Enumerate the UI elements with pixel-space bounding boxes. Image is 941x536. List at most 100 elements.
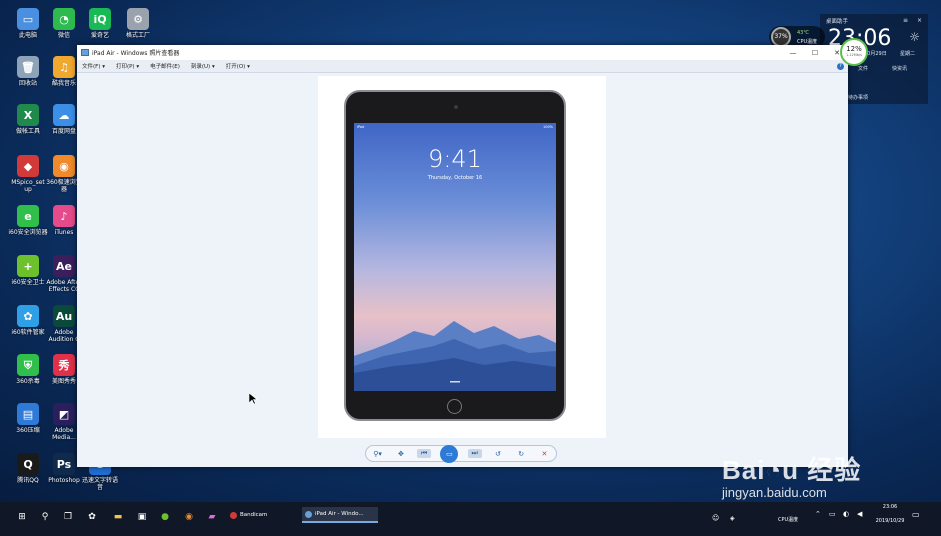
desktop-icon-label: 腾讯QQ: [17, 477, 39, 484]
media-encoder-icon: ◩: [53, 403, 75, 425]
menu-open[interactable]: 打开(O) ▾: [226, 62, 250, 70]
user-icon[interactable]: ☺: [712, 514, 719, 522]
desktop-icon-qq[interactable]: Q 腾讯QQ: [8, 453, 48, 484]
start-windows-icon[interactable]: ⊞: [16, 511, 28, 523]
taskbar-task-label: Bandicam: [240, 512, 268, 518]
desktop-icon-software-manager[interactable]: ✿ i60软件管家: [8, 305, 48, 336]
store-icon[interactable]: ▣: [136, 511, 148, 523]
desktop-icon-format-factory[interactable]: ⚙ 格式工厂: [118, 8, 158, 39]
premiere-taskbar-icon[interactable]: ▰: [206, 511, 218, 523]
ipad-status-bar: iPad 100%: [357, 125, 553, 129]
desktop-icon-label: 爱奇艺: [90, 32, 109, 39]
window-title: iPad Air - Windows 照片查看器: [92, 50, 180, 57]
network-speed: 1.12Mb/s: [845, 53, 863, 57]
photo-viewer-icon: [305, 510, 312, 518]
meitu-icon: 秀: [53, 354, 75, 376]
speaker-icon[interactable]: ◀: [857, 510, 862, 518]
excel-tool-icon: X: [17, 104, 39, 126]
menu-email[interactable]: 电子邮件(E): [150, 62, 180, 70]
notification-icon[interactable]: ▭: [912, 510, 920, 519]
network-tray-icon[interactable]: ▭: [829, 510, 836, 518]
menu-burn[interactable]: 刻录(U) ▾: [191, 62, 215, 70]
after-effects-icon: Ae: [53, 255, 75, 277]
photo-viewer-icon: [81, 49, 89, 56]
desktop-icon-360-antivirus[interactable]: ⛨ 360杀毒: [8, 354, 48, 385]
zoom-button[interactable]: ⚲▾: [371, 450, 385, 458]
desktop-icon-label: 微信: [57, 32, 70, 39]
panel-file-button[interactable]: 文件: [858, 65, 868, 72]
desktop-icon-computer[interactable]: ▭ 此电脑: [8, 8, 48, 39]
desktop-icon-mspico[interactable]: ◆ MSpico_set up: [8, 155, 48, 193]
mountain-wallpaper: [354, 321, 556, 391]
wechat-icon: ◔: [53, 8, 75, 30]
taskbar-task-bandicam[interactable]: Bandicam: [227, 507, 297, 523]
watermark-url: jingyan.baidu.com: [722, 485, 827, 500]
security-app-icon[interactable]: ●: [159, 511, 171, 523]
taskbar-task-photo-viewer[interactable]: iPad Air - Windo...: [302, 507, 378, 523]
qq-icon: Q: [17, 453, 39, 475]
menu-bar: 文件(F) ▾ 打印(P) ▾ 电子邮件(E) 刻录(U) ▾ 打开(O) ▾ …: [77, 60, 848, 73]
tray-date: 2019/10/29: [875, 518, 905, 524]
menu-file[interactable]: 文件(F) ▾: [82, 62, 105, 70]
desktop-icon-360-zip[interactable]: ▤ 360压缩: [8, 403, 48, 434]
rotate-left-button[interactable]: ↺: [491, 450, 505, 458]
desktop-icon-label: i60软件管家: [11, 329, 45, 336]
desktop-icon-label: 做帐工具: [15, 128, 40, 135]
actual-size-button[interactable]: ✥: [394, 450, 408, 458]
task-view-icon[interactable]: ❐: [62, 511, 74, 523]
clock[interactable]: 23:06 2019/10/29: [873, 504, 907, 524]
cpu-temp-label: CPU温度: [797, 39, 818, 45]
next-button[interactable]: ⏭: [467, 449, 482, 458]
photo-image: iPad 100% 9:41 Thursday, October 16: [318, 76, 606, 438]
lock-screen-date: Thursday, October 16: [427, 175, 483, 181]
baidu-jingyan-watermark: Bai◔u 经验 jingyan.baidu.com: [722, 450, 861, 500]
recycle-bin-icon: 🗑: [17, 56, 39, 78]
desktop-icon-wechat[interactable]: ◔ 微信: [44, 8, 84, 39]
help-icon[interactable]: ?: [837, 62, 844, 70]
desktop-icon-label: 360压缩: [16, 427, 40, 434]
menu-print[interactable]: 打印(P) ▾: [116, 62, 139, 70]
search-icon[interactable]: ⚲: [39, 511, 51, 523]
kuwo-music-icon: ♫: [53, 56, 75, 78]
panel-close-icon[interactable]: ×: [917, 17, 922, 24]
360-zip-icon: ▤: [17, 403, 39, 425]
volume-icon[interactable]: ◐: [843, 510, 849, 518]
network-widget[interactable]: 12% 1.12Mb/s: [840, 38, 868, 66]
tray-arrow-icon[interactable]: ⌃: [815, 510, 821, 518]
safe-browser-icon: e: [17, 205, 39, 227]
photo-viewer-window[interactable]: iPad Air - Windows 照片查看器 — ☐ ✕ 文件(F) ▾ 打…: [77, 45, 848, 467]
lock-screen-clock: 9:41: [428, 145, 482, 173]
input-icon[interactable]: ◈: [730, 515, 735, 522]
pinwheel-app-icon[interactable]: ✿: [86, 511, 98, 523]
desktop-icon-label: i60安全浏览器: [8, 229, 48, 236]
desktop-icon-safe-browser[interactable]: e i60安全浏览器: [8, 205, 48, 236]
desktop-icon-iqiyi[interactable]: iQ 爱奇艺: [80, 8, 120, 39]
browser-taskbar-icon[interactable]: ◉: [183, 511, 195, 523]
desktop-icon-recycle-bin[interactable]: 🗑 回收站: [8, 56, 48, 87]
360-antivirus-icon: ⛨: [17, 354, 39, 376]
weather-sun-icon: ☼: [909, 30, 920, 44]
network-percent: 12%: [846, 45, 862, 53]
maximize-button[interactable]: ☐: [804, 49, 826, 57]
desktop-icon-label: 此电脑: [18, 32, 37, 39]
file-explorer-icon[interactable]: ▬: [112, 511, 124, 523]
tray-cpu-label: CPU温度: [778, 517, 799, 523]
title-bar[interactable]: iPad Air - Windows 照片查看器 — ☐ ✕: [77, 45, 848, 60]
minimize-button[interactable]: —: [782, 49, 804, 57]
panel-news-button[interactable]: 快资讯: [892, 65, 907, 72]
desktop-icon-label: MSpico_set up: [11, 179, 45, 193]
slideshow-button[interactable]: ▭: [440, 444, 459, 463]
audition-icon: Au: [53, 305, 75, 327]
panel-menu-icon[interactable]: ≡: [903, 17, 908, 24]
rotate-right-button[interactable]: ↻: [514, 450, 528, 458]
desktop-icon-label: 360杀毒: [16, 378, 40, 385]
viewer-controls: ⚲▾ ✥ ⏮ ▭ ⏭ ↺ ↻ ✕: [365, 444, 557, 463]
desktop-icon-excel-tool[interactable]: X 做帐工具: [8, 104, 48, 135]
cpu-percent: 37%: [771, 27, 791, 47]
desktop-icon-security-guard[interactable]: + i60安全卫士: [8, 255, 48, 286]
previous-button[interactable]: ⏮: [417, 449, 432, 458]
delete-button[interactable]: ✕: [537, 450, 551, 458]
tray-time: 23:06: [882, 504, 898, 510]
computer-icon: ▭: [17, 8, 39, 30]
panel-todo-button[interactable]: 待办事项: [848, 94, 868, 101]
